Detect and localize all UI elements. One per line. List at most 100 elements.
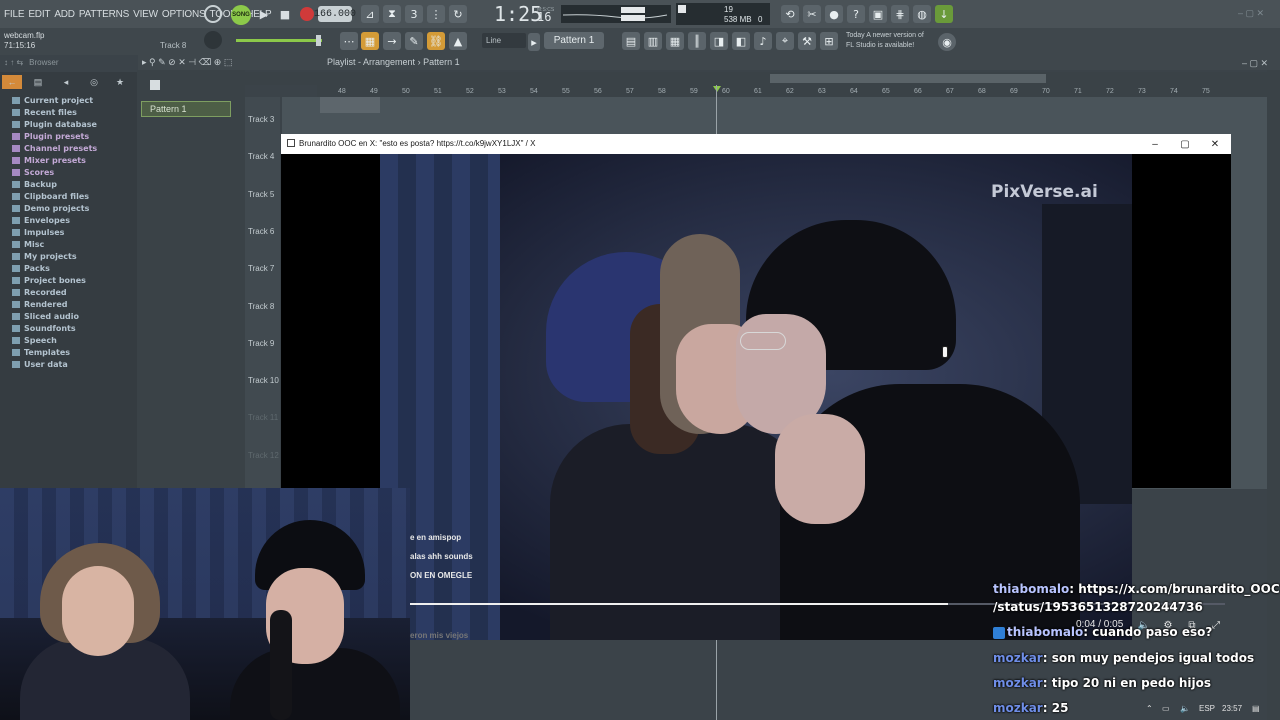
browser-item[interactable]: Envelopes <box>12 216 70 225</box>
wait-input-icon[interactable]: ⧗ <box>383 5 401 23</box>
track-label[interactable]: Track 10 <box>248 376 279 385</box>
pattern-list-icon[interactable] <box>150 80 160 90</box>
touch-controller-icon[interactable]: ♪ <box>754 32 772 50</box>
browser-item[interactable]: Scores <box>12 168 54 177</box>
browser-nav-icon[interactable]: ↕ ↑ ⇆ <box>4 58 23 67</box>
track-label[interactable]: Track 12 <box>248 451 279 460</box>
track-label[interactable]: Track 3 <box>248 115 274 124</box>
menu-options[interactable]: OPTIONS <box>162 9 206 20</box>
globe-icon[interactable]: ◉ <box>938 33 956 51</box>
browser-item[interactable]: Misc <box>12 240 44 249</box>
browser-item[interactable]: Impulses <box>12 228 64 237</box>
browser-item[interactable]: Current project <box>12 96 93 105</box>
browser-item[interactable]: Channel presets <box>12 144 97 153</box>
track-label[interactable]: Track 4 <box>248 152 274 161</box>
slider-handle[interactable] <box>316 35 321 46</box>
cart-icon[interactable]: ⊞ <box>820 32 838 50</box>
menu-add[interactable]: ADD <box>54 9 75 20</box>
song-mode-button[interactable]: SONG <box>231 5 251 25</box>
menu-view[interactable]: VIEW <box>133 9 158 20</box>
tempo-display[interactable]: 166.000 <box>314 6 356 22</box>
mixer-icon[interactable]: ⋕ <box>891 5 909 23</box>
tray-clock[interactable]: 23:57 <box>1222 704 1242 713</box>
pattern-item[interactable]: Pattern 1 <box>141 101 231 117</box>
tray-language[interactable]: ESP <box>1199 704 1215 713</box>
browser-item[interactable]: Mixer presets <box>12 156 86 165</box>
close-icon[interactable]: ✕ <box>1208 137 1222 151</box>
browser-item[interactable]: Clipboard files <box>12 192 89 201</box>
stamp-icon[interactable]: ▲ <box>449 32 467 50</box>
loop-record-icon[interactable]: ↻ <box>449 5 467 23</box>
plugin-picker-icon[interactable]: ◧ <box>732 32 750 50</box>
browser-item[interactable]: User data <box>12 360 68 369</box>
undo-history-icon[interactable]: ⟲ <box>781 5 799 23</box>
browser-star-icon[interactable]: ★ <box>110 75 130 89</box>
step-edit-icon[interactable]: ⋮ <box>427 5 445 23</box>
tools-icon[interactable]: ⚒ <box>798 32 816 50</box>
browser-item[interactable]: Speech <box>12 336 57 345</box>
track-label[interactable]: Track 5 <box>248 190 274 199</box>
browser-item[interactable]: Recent files <box>12 108 77 117</box>
track-label[interactable]: Track 7 <box>248 264 274 273</box>
playlist-icon[interactable]: ▤ <box>622 32 640 50</box>
master-pitch-knob-icon[interactable] <box>204 31 222 49</box>
help-icon[interactable]: ? <box>847 5 865 23</box>
snap-icon[interactable]: ⋯ <box>340 32 358 50</box>
clip-waveform[interactable] <box>320 97 380 113</box>
snap-select[interactable]: Line <box>482 33 526 48</box>
track-label[interactable]: Track 6 <box>248 227 274 236</box>
stop-icon[interactable]: ■ <box>276 5 294 23</box>
tray-volume-icon[interactable]: 🔈 <box>1180 704 1190 713</box>
download-icon[interactable]: ↓ <box>935 5 953 23</box>
video-seekbar-progress[interactable] <box>410 603 948 605</box>
browser-item[interactable]: Packs <box>12 264 50 273</box>
cpu-knob-icon[interactable] <box>204 5 222 23</box>
mixer-view-icon[interactable]: ║ <box>688 32 706 50</box>
horizontal-scrollbar[interactable] <box>770 74 1046 83</box>
browser-item[interactable]: Plugin presets <box>12 132 89 141</box>
link-icon[interactable]: ⛓ <box>427 32 445 50</box>
save-icon[interactable]: ▣ <box>869 5 887 23</box>
channel-rack-icon[interactable]: ▦ <box>666 32 684 50</box>
chat-username[interactable]: mozkar <box>993 651 1043 665</box>
video-frame[interactable]: PixVerse.ai <box>380 154 1132 640</box>
browser-item[interactable]: Demo projects <box>12 204 89 213</box>
browser-files-icon[interactable]: ▤ <box>28 75 48 89</box>
chat-username[interactable]: mozkar <box>993 701 1043 715</box>
update-notice[interactable]: Today A newer version of FL Studio is av… <box>846 31 924 51</box>
track-label[interactable]: Track 11 <box>248 413 278 422</box>
typing-keyboard-icon[interactable]: ▦ <box>361 32 379 50</box>
track-label[interactable]: Track 9 <box>248 339 274 348</box>
cut-icon[interactable]: ✂ <box>803 5 821 23</box>
metronome-icon[interactable]: ⊿ <box>361 5 379 23</box>
track-label[interactable]: Track 8 <box>248 302 274 311</box>
tray-up-icon[interactable]: ⌃ <box>1146 704 1153 713</box>
browser-plugin-icon[interactable]: ◎ <box>84 75 104 89</box>
pattern-prev-icon[interactable]: ▸ <box>528 33 540 51</box>
menu-file[interactable]: FILE <box>4 9 25 20</box>
browser-item[interactable]: My projects <box>12 252 77 261</box>
browser-item[interactable]: Sliced audio <box>12 312 79 321</box>
pattern-selector[interactable]: Pattern 1 <box>544 32 604 49</box>
arrow-icon[interactable]: → <box>383 32 401 50</box>
browser-item[interactable]: Project bones <box>12 276 86 285</box>
record-icon[interactable] <box>300 7 314 21</box>
chat-username[interactable]: thiabomalo <box>1007 625 1083 639</box>
chat-username[interactable]: mozkar <box>993 676 1043 690</box>
minimize-icon[interactable]: – <box>1148 137 1162 151</box>
browser-item[interactable]: Backup <box>12 180 57 189</box>
browser-item[interactable]: Templates <box>12 348 70 357</box>
window-controls-icon[interactable]: – ▢ ✕ <box>1238 8 1264 19</box>
menu-edit[interactable]: EDIT <box>28 9 50 20</box>
master-volume-slider[interactable] <box>236 39 322 42</box>
browser-back-icon[interactable]: ← <box>2 75 22 89</box>
browser-view-icon[interactable]: ◨ <box>710 32 728 50</box>
piano-roll-icon[interactable]: ▥ <box>644 32 662 50</box>
chat-icon[interactable]: ◍ <box>913 5 931 23</box>
playlist-toolbar-icons[interactable]: ▸ ⚲ ✎ ⊘ ✕ ⊣ ⌫ ⊕ ⬚ <box>142 57 232 68</box>
notification-icon[interactable]: ▤ <box>1252 704 1260 713</box>
chat-username[interactable]: thiabomalo <box>993 582 1069 596</box>
microphone-icon[interactable]: ● <box>825 5 843 23</box>
playlist-overview[interactable] <box>245 72 1267 85</box>
mouse-icon[interactable]: ⌖ <box>776 32 794 50</box>
